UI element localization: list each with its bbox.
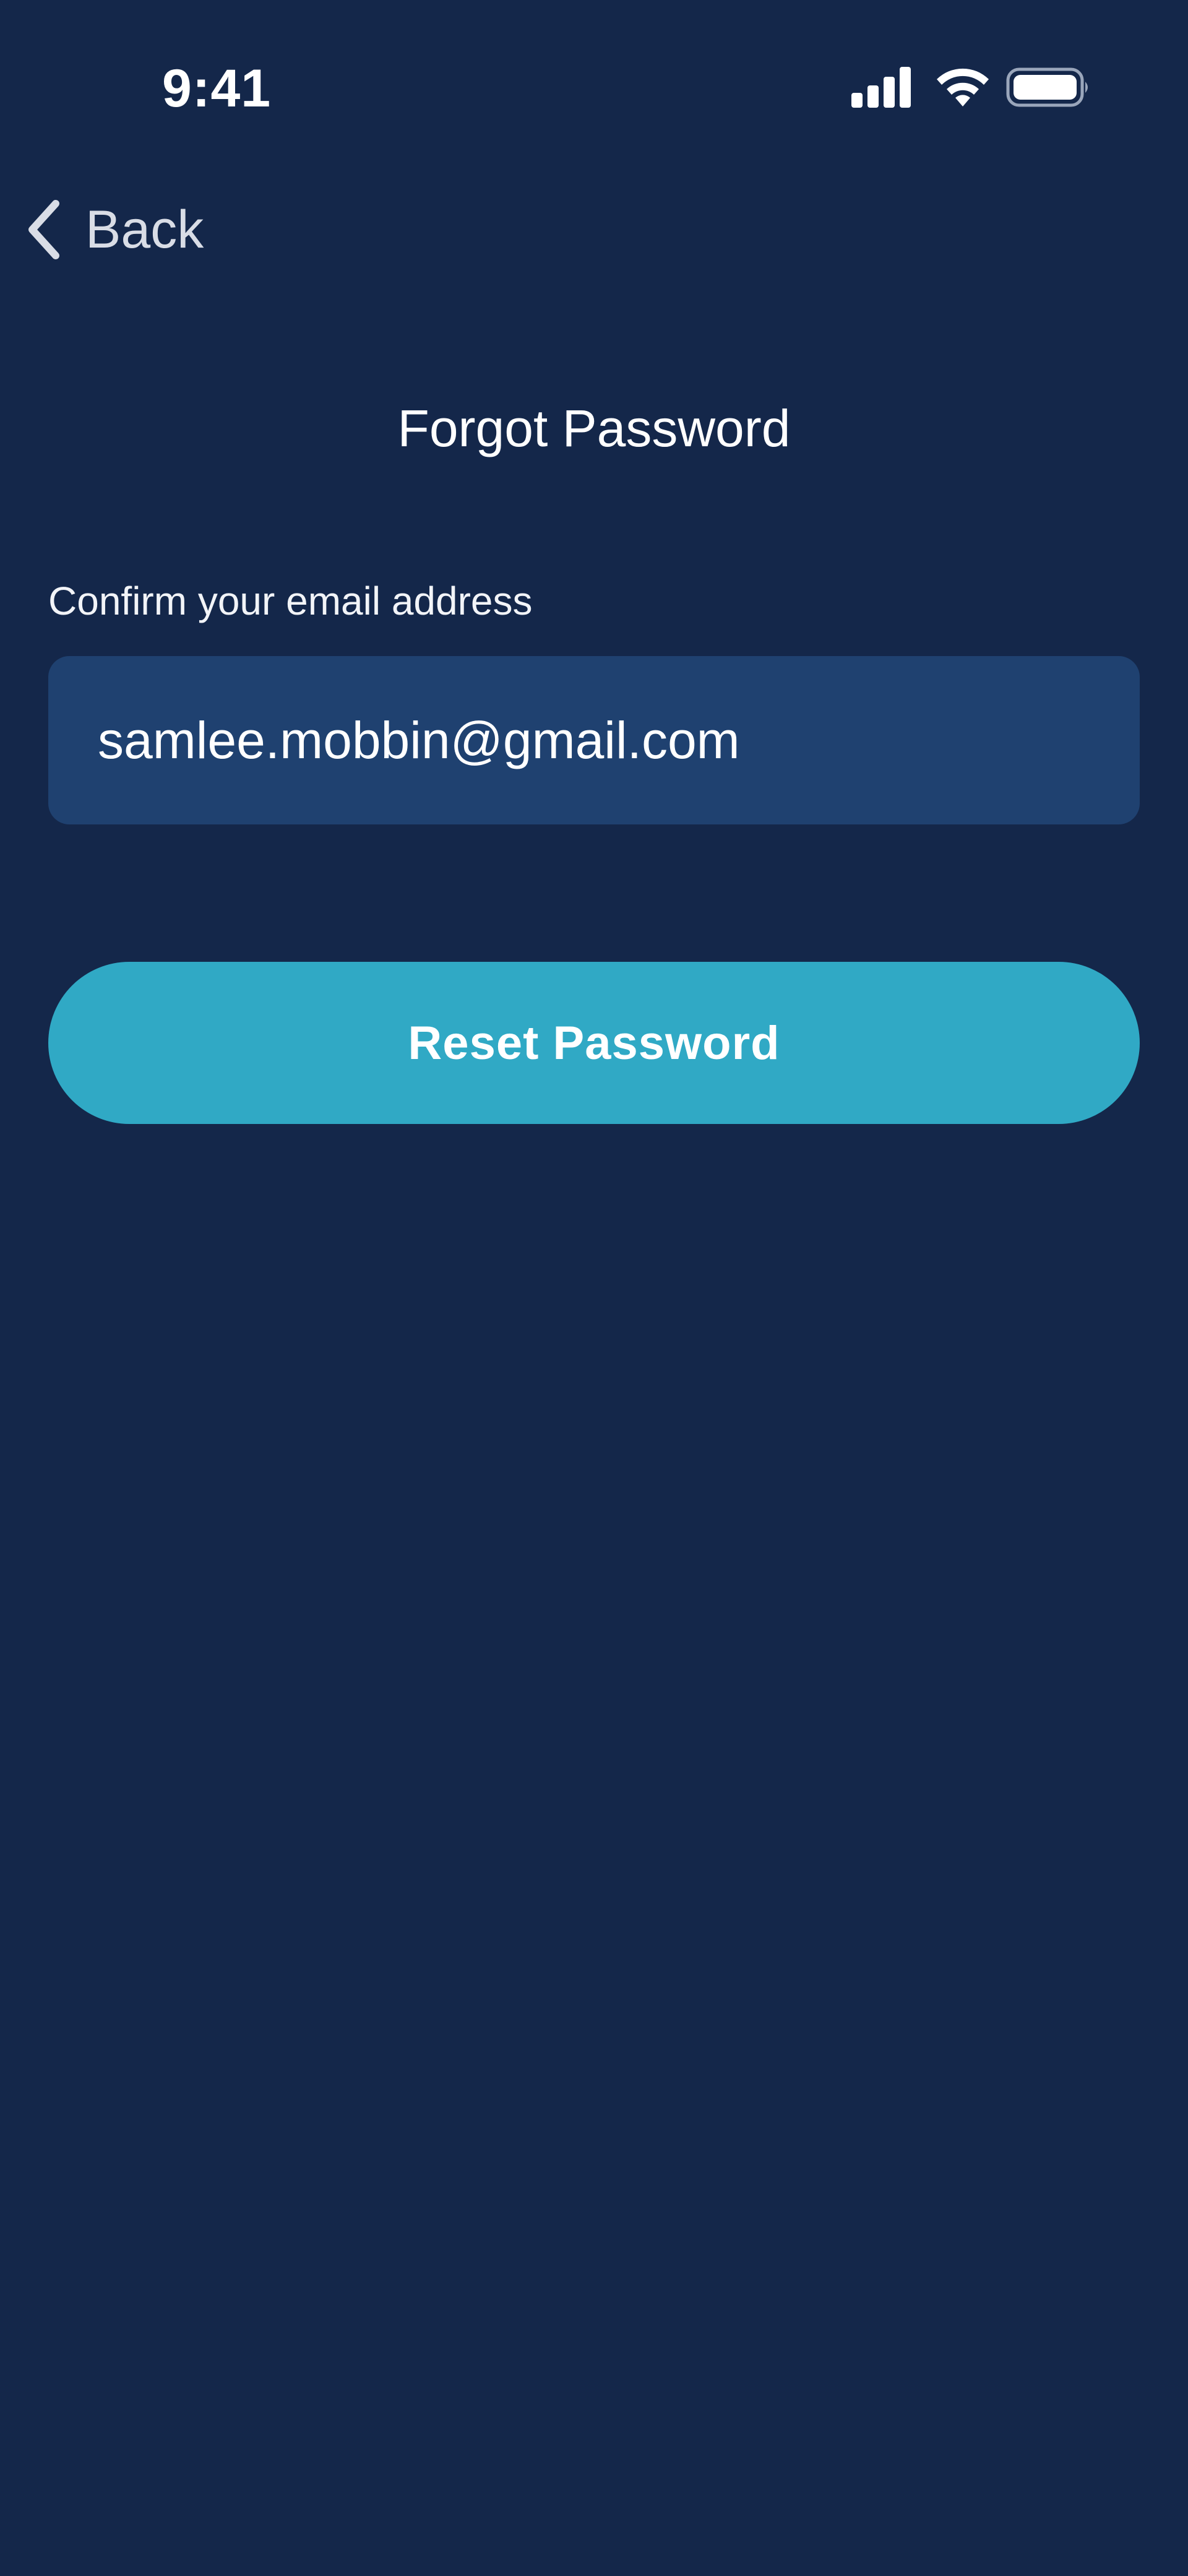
- battery-icon: [1006, 67, 1088, 107]
- reset-password-button[interactable]: Reset Password: [48, 962, 1140, 1124]
- chevron-left-icon: [28, 200, 59, 259]
- email-field-label: Confirm your email address: [48, 579, 533, 623]
- page-title: Forgot Password: [397, 399, 791, 457]
- back-button[interactable]: Back: [25, 196, 204, 264]
- status-icons: [850, 66, 1091, 111]
- cellular-signal-icon: [851, 67, 911, 108]
- back-label: Back: [85, 200, 204, 259]
- status-time: 9:41: [162, 59, 272, 118]
- wifi-icon: [937, 68, 989, 106]
- email-field[interactable]: [48, 656, 1140, 824]
